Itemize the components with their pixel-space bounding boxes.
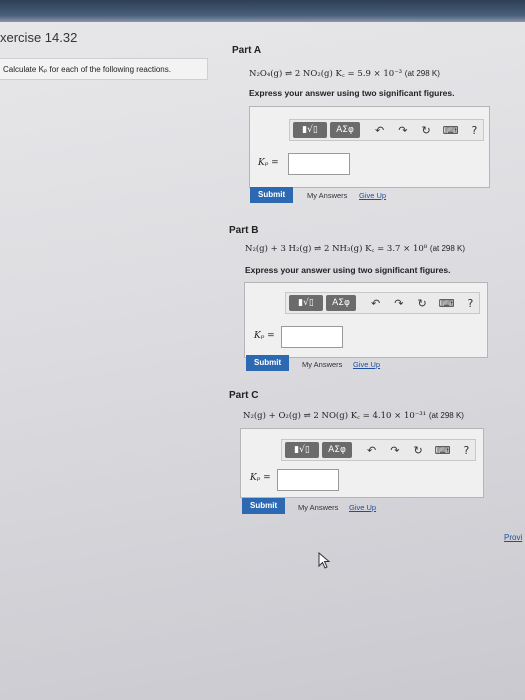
part-b-instructions: Express your answer using two significan…: [245, 265, 451, 275]
part-c-temp-note: (at 298 K): [428, 411, 464, 420]
templates-button[interactable]: ▮√▯: [289, 295, 323, 311]
keyboard-icon[interactable]: ⌨: [435, 444, 451, 457]
redo-icon[interactable]: ↷: [394, 297, 403, 310]
part-b-equation-text: N₂(g) + 3 H₂(g) ⇌ 2 NH₃(g) K꜀ = 3.7 × 10…: [245, 244, 428, 254]
part-b-math-toolbar: ▮√▯ ΑΣφ ↶ ↷ ↻ ⌨ ?: [285, 292, 480, 314]
part-a-answer-box: ▮√▯ ΑΣφ ↶ ↷ ↻ ⌨ ? Kₚ =: [249, 106, 490, 188]
exercise-title: xercise 14.32: [0, 30, 78, 45]
help-icon[interactable]: ?: [472, 124, 478, 137]
part-b-label: Part B: [229, 225, 259, 236]
part-c-answer-box: ▮√▯ ΑΣφ ↶ ↷ ↻ ⌨ ? Kₚ =: [240, 428, 484, 498]
redo-icon[interactable]: ↷: [390, 444, 399, 457]
help-icon[interactable]: ?: [468, 297, 474, 310]
part-c-submit-button[interactable]: Submit: [242, 498, 286, 514]
browser-top-bar: [0, 0, 525, 22]
help-icon[interactable]: ?: [464, 444, 470, 457]
undo-icon[interactable]: ↶: [371, 297, 380, 310]
part-a-submit-button[interactable]: Submit: [250, 187, 294, 203]
part-a-instructions: Express your answer using two significan…: [249, 88, 455, 98]
part-b-answer-box: ▮√▯ ΑΣφ ↶ ↷ ↻ ⌨ ? Kₚ =: [244, 282, 488, 358]
part-b-submit-button[interactable]: Submit: [246, 355, 290, 371]
part-b-equation: N₂(g) + 3 H₂(g) ⇌ 2 NH₃(g) K꜀ = 3.7 × 10…: [245, 243, 465, 254]
redo-icon[interactable]: ↷: [398, 124, 407, 137]
reset-icon[interactable]: ↻: [413, 444, 422, 457]
part-b-my-answers-link[interactable]: My Answers: [302, 360, 342, 369]
instruction-box: Calculate Kₚ for each of the following r…: [0, 58, 208, 80]
part-a-give-up-link[interactable]: Give Up: [359, 191, 386, 200]
part-c-math-toolbar: ▮√▯ ΑΣφ ↶ ↷ ↻ ⌨ ?: [281, 439, 476, 461]
greek-symbols-button[interactable]: ΑΣφ: [326, 295, 356, 311]
part-a-label: Part A: [232, 45, 262, 56]
part-a-equation: N₂O₄(g) ⇌ 2 NO₂(g) K꜀ = 5.9 × 10⁻³ (at 2…: [249, 68, 440, 79]
templates-button[interactable]: ▮√▯: [293, 122, 327, 138]
part-c-kp-input[interactable]: [277, 469, 339, 491]
greek-symbols-button[interactable]: ΑΣφ: [330, 122, 360, 138]
templates-button[interactable]: ▮√▯: [285, 442, 319, 458]
kp-label: Kₚ =: [258, 158, 279, 168]
greek-symbols-button[interactable]: ΑΣφ: [322, 442, 352, 458]
undo-icon[interactable]: ↶: [375, 124, 384, 137]
keyboard-icon[interactable]: ⌨: [443, 124, 459, 137]
reset-icon[interactable]: ↻: [417, 297, 426, 310]
part-a-math-toolbar: ▮√▯ ΑΣφ ↶ ↷ ↻ ⌨ ?: [289, 119, 484, 141]
undo-icon[interactable]: ↶: [367, 444, 376, 457]
reset-icon[interactable]: ↻: [421, 124, 430, 137]
part-b-kp-input[interactable]: [281, 326, 343, 348]
keyboard-icon[interactable]: ⌨: [439, 297, 455, 310]
part-c-label: Part C: [229, 390, 259, 401]
part-a-temp-note: (at 298 K): [404, 69, 440, 78]
part-a-kp-input[interactable]: [288, 153, 350, 175]
part-c-my-answers-link[interactable]: My Answers: [298, 503, 338, 512]
part-b-temp-note: (at 298 K): [429, 244, 466, 253]
part-a-equation-text: N₂O₄(g) ⇌ 2 NO₂(g) K꜀ = 5.9 × 10⁻³: [249, 69, 403, 79]
mouse-cursor-icon: [318, 552, 331, 569]
part-c-give-up-link[interactable]: Give Up: [349, 503, 376, 512]
part-b-give-up-link[interactable]: Give Up: [353, 360, 380, 369]
kp-label: Kₚ =: [254, 331, 275, 341]
kp-label: Kₚ =: [250, 473, 271, 483]
part-a-my-answers-link[interactable]: My Answers: [307, 191, 347, 200]
part-c-equation: N₂(g) + O₂(g) ⇌ 2 NO(g) K꜀ = 4.10 × 10⁻³…: [243, 410, 464, 421]
part-c-equation-text: N₂(g) + O₂(g) ⇌ 2 NO(g) K꜀ = 4.10 × 10⁻³…: [243, 411, 427, 421]
provide-feedback-link[interactable]: Provi: [504, 533, 522, 542]
